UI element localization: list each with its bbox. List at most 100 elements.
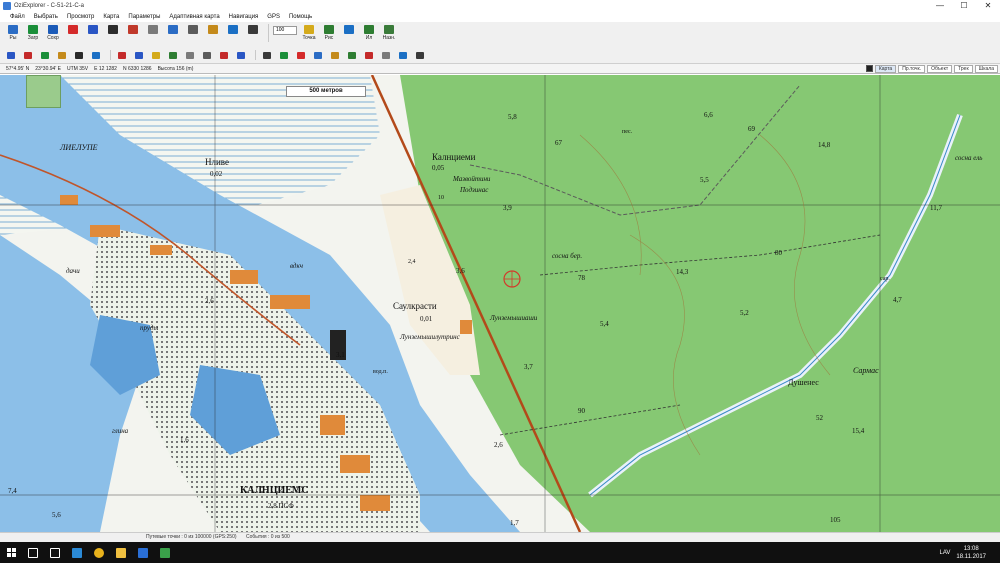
- toolbar-button-b4[interactable]: Назн.: [380, 24, 398, 44]
- toolbar-small-button-18[interactable]: [328, 49, 342, 61]
- menu-item-5[interactable]: Адаптивная карта: [169, 14, 219, 20]
- toolbar-small-button-5[interactable]: [89, 49, 103, 61]
- app-blue-icon[interactable]: [66, 542, 88, 563]
- map-label-25: 5,5: [700, 176, 709, 184]
- toolbar-small-button-22[interactable]: [396, 49, 410, 61]
- map-label-8: Лунземышиаши: [489, 314, 538, 322]
- toolbar-small-button-11[interactable]: [200, 49, 214, 61]
- toolbar-icon: [228, 25, 238, 34]
- overview-panel[interactable]: [26, 75, 61, 108]
- toolbar-button-1[interactable]: Загр: [24, 24, 42, 44]
- toolbar-small-icon: [331, 51, 339, 59]
- chrome-icon[interactable]: [88, 542, 110, 563]
- task-view-icon[interactable]: [44, 542, 66, 563]
- toolbar-icon: [88, 25, 98, 34]
- toolbar-separator: [255, 50, 256, 60]
- toolbar-small-button-16[interactable]: [294, 49, 308, 61]
- map-toggle-checkbox[interactable]: [865, 65, 873, 72]
- view-tab-2[interactable]: Объект: [927, 65, 953, 73]
- toolbar-button-9[interactable]: [184, 24, 202, 44]
- zoom-level-select[interactable]: 100: [273, 26, 297, 35]
- toolbar-button-5[interactable]: [104, 24, 122, 44]
- toolbar-small-button-14[interactable]: [260, 49, 274, 61]
- menu-item-8[interactable]: Помощь: [289, 14, 312, 20]
- toolbar-button-b3[interactable]: Ил: [360, 24, 378, 44]
- toolbar-button-12[interactable]: [244, 24, 262, 44]
- menu-item-3[interactable]: Карта: [103, 14, 119, 20]
- toolbar-small-button-1[interactable]: [21, 49, 35, 61]
- toolbar-small-button-21[interactable]: [379, 49, 393, 61]
- toolbar-small-button-19[interactable]: [345, 49, 359, 61]
- toolbar-small-button-3[interactable]: [55, 49, 69, 61]
- oziexplorer-icon[interactable]: [154, 542, 176, 563]
- explorer-icon[interactable]: [110, 542, 132, 563]
- toolbar-label: Сохр: [47, 35, 59, 41]
- toolbar-small-button-15[interactable]: [277, 49, 291, 61]
- toolbar-small-button-0[interactable]: [4, 49, 18, 61]
- toolbar-small-icon: [237, 51, 245, 59]
- view-tab-1[interactable]: Пр.точк.: [898, 65, 926, 73]
- latitude-readout: 57°4.95' N: [6, 65, 30, 72]
- view-tab-0[interactable]: Карта: [874, 65, 897, 73]
- toolbar-small-button-4[interactable]: [72, 49, 86, 61]
- toolbar-button-8[interactable]: [164, 24, 182, 44]
- toolbar-button-0[interactable]: Ры: [4, 24, 22, 44]
- topographic-map[interactable]: Калнциеми 0,05 Мазвойтини Подзинас Нливе 0,02…: [0, 75, 1000, 532]
- map-label-46: 7,4: [8, 487, 17, 495]
- toolbar-button-11[interactable]: [224, 24, 242, 44]
- toolbar-small-button-13[interactable]: [234, 49, 248, 61]
- search-icon[interactable]: [22, 542, 44, 563]
- map-label-32: 3,6: [456, 267, 465, 275]
- minimize-button[interactable]: —: [928, 0, 952, 12]
- maximize-button[interactable]: ☐: [952, 0, 976, 12]
- toolbar-small-button-2[interactable]: [38, 49, 52, 61]
- toolbar-button-10[interactable]: [204, 24, 222, 44]
- map-label-5: 0,02: [210, 170, 223, 178]
- toolbar-small-icon: [186, 51, 194, 59]
- toolbar-small-button-9[interactable]: [166, 49, 180, 61]
- toolbar-icon: [344, 25, 354, 34]
- view-tab-4[interactable]: Шкала: [974, 65, 998, 73]
- northing-readout: N 6330 1286: [122, 65, 152, 72]
- toolbar-button-3[interactable]: [64, 24, 82, 44]
- map-label-21: пес.: [622, 129, 633, 135]
- toolbar-small-button-12[interactable]: [217, 49, 231, 61]
- toolbar-small-button-20[interactable]: [362, 49, 376, 61]
- toolbar-button-4[interactable]: [84, 24, 102, 44]
- toolbar-small-button-17[interactable]: [311, 49, 325, 61]
- toolbar-small-button-6[interactable]: [115, 49, 129, 61]
- toolbar-button-6[interactable]: [124, 24, 142, 44]
- menu-item-4[interactable]: Параметры: [128, 14, 160, 20]
- toolbar-button-2[interactable]: Сохр: [44, 24, 62, 44]
- system-tray: LAV 13:08 18.11.2017: [934, 542, 995, 563]
- clock[interactable]: 13:08 18.11.2017: [956, 545, 986, 561]
- toolbar-icon: [188, 25, 198, 34]
- toolbar-small-button-23[interactable]: [413, 49, 427, 61]
- menu-item-6[interactable]: Навигация: [229, 14, 259, 20]
- map-label-47: 5,6: [52, 511, 61, 519]
- toolbar-small-button-10[interactable]: [183, 49, 197, 61]
- toolbar-button-b1[interactable]: Рис: [320, 24, 338, 44]
- toolbar-small-button-7[interactable]: [132, 49, 146, 61]
- utm-zone-readout: UTM 35V: [67, 65, 89, 72]
- toolbar-button-7[interactable]: [144, 24, 162, 44]
- toolbar-icon: [364, 25, 374, 34]
- menu-item-0[interactable]: Файл: [10, 14, 25, 20]
- toolbar-small-icon: [41, 51, 49, 59]
- language-indicator[interactable]: LAV: [940, 550, 951, 556]
- events-status: События : 0 из 500: [246, 534, 290, 540]
- close-button[interactable]: ✕: [976, 0, 1000, 12]
- windows-start-icon[interactable]: [0, 542, 22, 563]
- map-label-22: вод.п.: [373, 369, 388, 375]
- menu-item-2[interactable]: Просмотр: [67, 14, 94, 20]
- toolbar-button-b0[interactable]: Точка: [300, 24, 318, 44]
- menu-item-1[interactable]: Выбрать: [34, 14, 58, 20]
- view-tab-3[interactable]: Трек: [954, 65, 973, 73]
- menu-item-7[interactable]: GPS: [267, 14, 280, 20]
- map-label-18: пруды: [140, 324, 159, 332]
- map-canvas[interactable]: Калнциеми 0,05 Мазвойтини Подзинас Нливе 0,02…: [0, 75, 1000, 532]
- toolbar-small-button-8[interactable]: [149, 49, 163, 61]
- map-label-42: 52: [816, 414, 824, 422]
- toolbar-button-b2[interactable]: [340, 24, 358, 44]
- photoshop-icon[interactable]: [132, 542, 154, 563]
